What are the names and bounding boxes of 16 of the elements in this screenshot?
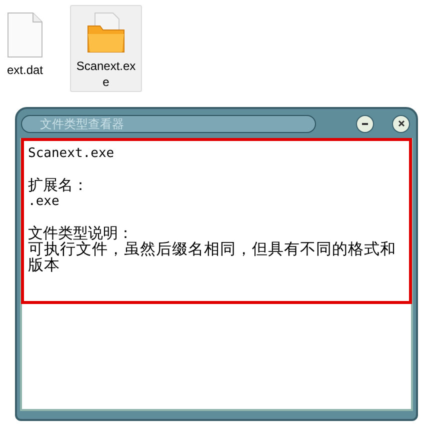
close-icon (398, 120, 404, 127)
desktop-icon[interactable]: ext.dat (0, 5, 50, 92)
description-text: 可执行文件，虽然后缀名相同，但具有不同的格式和版本 (28, 242, 397, 274)
minimize-icon (362, 122, 368, 124)
file-label: ext.dat (6, 62, 44, 78)
extension-value: .exe (28, 194, 60, 210)
close-button[interactable] (392, 114, 410, 132)
window-title: 文件类型查看器 (40, 116, 124, 132)
description-label: 文件类型说明： (28, 226, 133, 242)
extension-label: 扩展名： (28, 178, 89, 194)
desktop-icon[interactable]: Scanext.exe (70, 5, 142, 92)
document-icon (7, 12, 43, 58)
minimize-button[interactable] (356, 114, 374, 132)
file-name: Scanext.exe (28, 146, 116, 162)
folder-icon (86, 12, 126, 54)
file-label: Scanext.exe (75, 58, 137, 90)
